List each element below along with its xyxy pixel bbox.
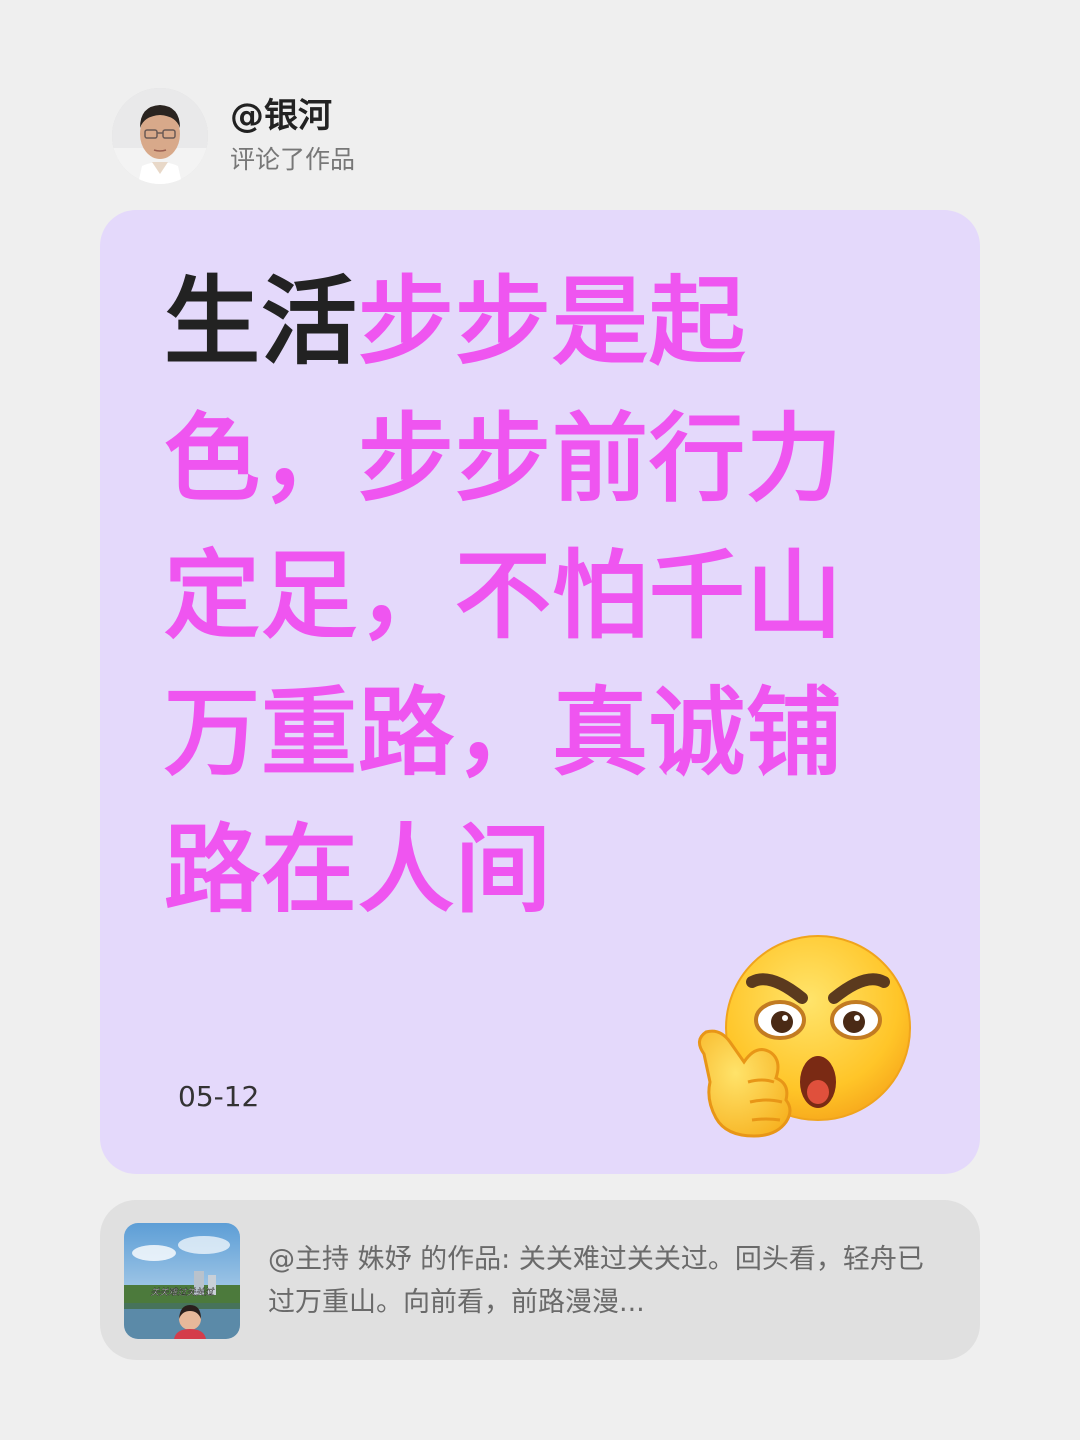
referenced-work-thumbnail[interactable]: 关关难过关关过 bbox=[124, 1223, 240, 1339]
action-text: 评论了作品 bbox=[230, 145, 356, 174]
comment-text-highlight: 生活 bbox=[164, 266, 358, 378]
referenced-work-card[interactable]: 关关难过关关过 @主持 姝妤 的作品: 关关难过关关过。回头看，轻舟已过万重山。… bbox=[100, 1200, 980, 1360]
header-text: @银河 评论了作品 bbox=[230, 94, 355, 178]
person-photo-avatar-icon bbox=[112, 88, 208, 184]
comment-card: 生活步步是起色，步步前行力定足，不怕千山万重路，真诚铺路在人间 05-12 bbox=[100, 210, 980, 1174]
referenced-work-prefix: 的作品: bbox=[411, 1244, 519, 1275]
lake-landscape-thumbnail-icon: 关关难过关关过 bbox=[124, 1223, 240, 1339]
comment-date: 05-12 bbox=[178, 1080, 260, 1113]
username[interactable]: @银河 bbox=[230, 94, 355, 138]
thumbnail-caption: 关关难过关关过 bbox=[150, 1287, 214, 1298]
comment-header: @银河 评论了作品 bbox=[112, 88, 355, 184]
comment-text: 生活步步是起色，步步前行力定足，不怕千山万重路，真诚铺路在人间 bbox=[164, 254, 864, 939]
referenced-work-text: @主持 姝妤 的作品: 关关难过关关过。回头看，轻舟已过万重山。向前看，前路漫漫… bbox=[268, 1238, 948, 1324]
referenced-work-author[interactable]: @主持 姝妤 bbox=[268, 1244, 412, 1275]
thinking-angry-face-emoji-icon bbox=[698, 935, 911, 1138]
avatar[interactable] bbox=[112, 88, 208, 184]
